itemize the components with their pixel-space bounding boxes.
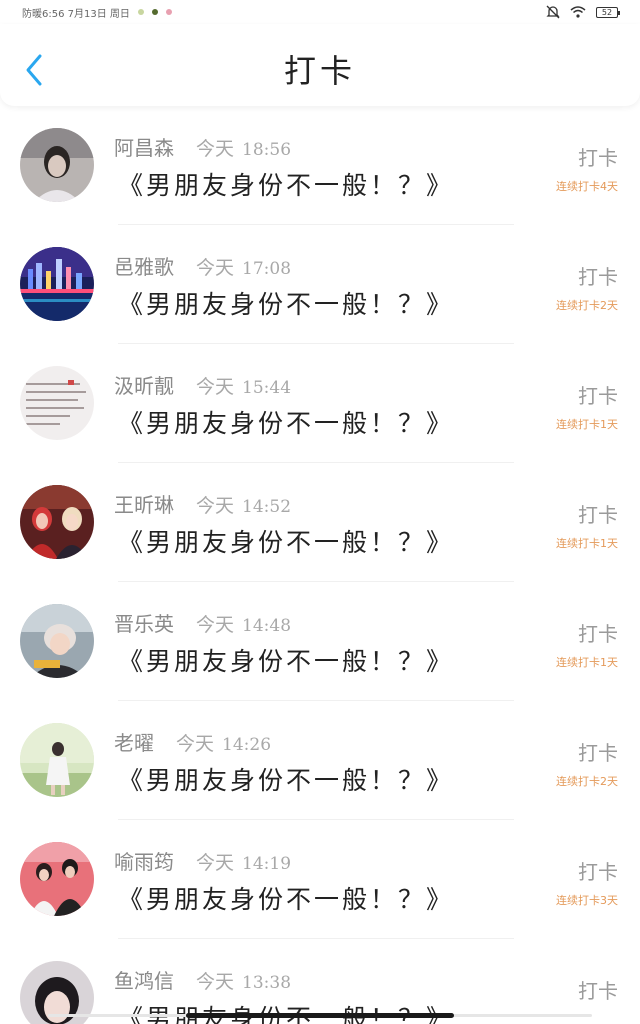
streak-label: 连续打卡2天: [556, 299, 618, 312]
book-title: 《男朋友身份不一般！？》: [118, 528, 455, 557]
avatar[interactable]: [20, 247, 94, 321]
wifi-icon: [570, 6, 586, 18]
book-title: 《男朋友身份不一般！？》: [118, 409, 455, 438]
name-row: 阿昌森 今天 18:56: [114, 132, 291, 161]
status-left: 防暖6:56 7月13日 周日: [22, 5, 172, 20]
status-time-date: 防暖6:56 7月13日 周日: [22, 8, 130, 20]
book-title: 《男朋友身份不一般！？》: [118, 885, 455, 914]
list-item[interactable]: 汲昕靓 今天 15:44 《男朋友身份不一般！？》 打卡 连续打卡1天: [0, 344, 640, 463]
bell-muted-icon: [546, 5, 560, 19]
header: 打卡: [0, 24, 640, 106]
day-label: 今天: [196, 614, 235, 636]
checkin-button[interactable]: 打卡: [578, 856, 618, 885]
status-bar: 防暖6:56 7月13日 周日 52: [0, 0, 640, 24]
name-row: 王昕琳 今天 14:52: [114, 489, 291, 518]
time-label: 14:48: [242, 616, 292, 636]
user-name: 老曜: [114, 731, 154, 755]
streak-label: 连续打卡2天: [556, 775, 618, 788]
name-row: 喻雨筠 今天 14:19: [114, 846, 291, 875]
day-label: 今天: [196, 852, 235, 874]
user-name: 王昕琳: [114, 493, 174, 517]
streak-label: 连续打卡1天: [556, 537, 618, 550]
list-item[interactable]: 邑雅歌 今天 17:08 《男朋友身份不一般！？》 打卡 连续打卡2天: [0, 225, 640, 344]
book-title: 《男朋友身份不一般！？》: [118, 171, 455, 200]
avatar[interactable]: [20, 842, 94, 916]
day-label: 今天: [176, 733, 215, 755]
list-item[interactable]: 鱼鸿信 今天 13:38 《男朋友身份不一般！？》 打卡: [0, 939, 640, 1024]
day-label: 今天: [196, 971, 235, 993]
day-label: 今天: [196, 257, 235, 279]
list-item[interactable]: 喻雨筠 今天 14:19 《男朋友身份不一般！？》 打卡 连续打卡3天: [0, 820, 640, 939]
time-label: 14:19: [242, 854, 292, 874]
checkin-button[interactable]: 打卡: [578, 975, 618, 1004]
checkin-button[interactable]: 打卡: [578, 499, 618, 528]
streak-label: 连续打卡4天: [556, 180, 618, 193]
name-row: 鱼鸿信 今天 13:38: [114, 965, 291, 994]
day-label: 今天: [196, 376, 235, 398]
notification-icon: [137, 9, 144, 15]
day-label: 今天: [196, 495, 235, 517]
status-right: 52: [546, 5, 620, 19]
list-item[interactable]: 老曜 今天 14:26 《男朋友身份不一般！？》 打卡 连续打卡2天: [0, 701, 640, 820]
name-row: 邑雅歌 今天 17:08: [114, 251, 291, 280]
user-name: 鱼鸿信: [114, 969, 174, 993]
home-indicator[interactable]: [186, 1013, 454, 1018]
avatar[interactable]: [20, 604, 94, 678]
checkin-list: 阿昌森 今天 18:56 《男朋友身份不一般！？》 打卡 连续打卡4天 邑雅歌 …: [0, 106, 640, 1024]
streak-label: 连续打卡3天: [556, 894, 618, 907]
time-label: 14:26: [222, 735, 272, 755]
time-label: 18:56: [242, 140, 292, 160]
checkin-button[interactable]: 打卡: [578, 737, 618, 766]
avatar[interactable]: [20, 366, 94, 440]
checkin-button[interactable]: 打卡: [578, 380, 618, 409]
streak-label: 连续打卡1天: [556, 656, 618, 669]
user-name: 汲昕靓: [114, 374, 174, 398]
time-label: 14:52: [242, 497, 292, 517]
user-name: 邑雅歌: [114, 255, 174, 279]
book-title: 《男朋友身份不一般！？》: [118, 999, 454, 1024]
time-label: 13:38: [242, 973, 292, 993]
app-icon: [151, 9, 158, 15]
user-name: 喻雨筠: [114, 850, 174, 874]
user-name: 阿昌森: [114, 136, 174, 160]
book-title: 《男朋友身份不一般！？》: [118, 766, 455, 795]
book-title: 《男朋友身份不一般！？》: [118, 647, 455, 676]
list-item[interactable]: 晋乐英 今天 14:48 《男朋友身份不一般！？》 打卡 连续打卡1天: [0, 582, 640, 701]
avatar[interactable]: [20, 485, 94, 559]
book-title: 《男朋友身份不一般！？》: [118, 290, 455, 319]
avatar[interactable]: [20, 128, 94, 202]
name-row: 汲昕靓 今天 15:44: [114, 370, 291, 399]
checkin-button[interactable]: 打卡: [578, 261, 618, 290]
list-item[interactable]: 阿昌森 今天 18:56 《男朋友身份不一般！？》 打卡 连续打卡4天: [0, 106, 640, 225]
avatar[interactable]: [20, 723, 94, 797]
list-item[interactable]: 王昕琳 今天 14:52 《男朋友身份不一般！？》 打卡 连续打卡1天: [0, 463, 640, 582]
streak-label: 连续打卡1天: [556, 418, 618, 431]
user-name: 晋乐英: [114, 612, 174, 636]
name-row: 老曜 今天 14:26: [114, 727, 271, 756]
day-label: 今天: [196, 138, 235, 160]
app-icon-2: [165, 9, 172, 15]
name-row: 晋乐英 今天 14:48: [114, 608, 291, 637]
time-label: 15:44: [242, 378, 292, 398]
checkin-button[interactable]: 打卡: [578, 618, 618, 647]
battery-icon: 52: [596, 6, 620, 18]
time-label: 17:08: [242, 259, 292, 279]
checkin-button[interactable]: 打卡: [578, 142, 618, 171]
page-title: 打卡: [283, 52, 356, 90]
